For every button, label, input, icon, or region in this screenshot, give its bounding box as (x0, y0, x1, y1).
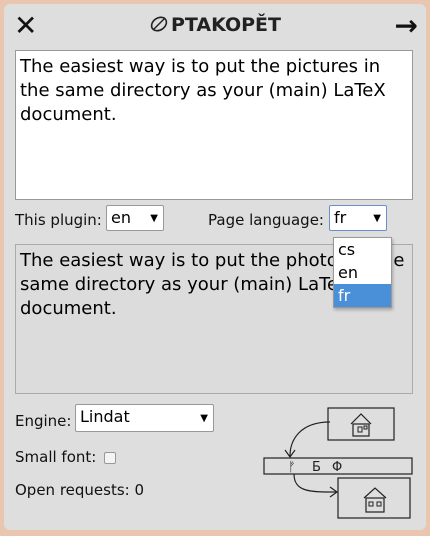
plugin-language-select[interactable]: en ▼ (106, 205, 164, 231)
plugin-language-value: en (111, 208, 131, 227)
open-requests-status: Open requests: 0 (15, 481, 145, 499)
chevron-down-icon: ▼ (373, 213, 381, 224)
small-font-checkbox[interactable] (104, 452, 116, 464)
engine-select[interactable]: Lindat ▼ (75, 404, 214, 432)
translation-diagram-illustration: ᚠ Б Φ (263, 407, 413, 519)
engine-label: Engine: (15, 412, 72, 430)
page-language-dropdown: cs en fr (333, 237, 392, 308)
leaf-logo-icon (150, 16, 168, 32)
page-language-option-fr[interactable]: fr (334, 284, 391, 307)
diagram-glyph-3: Φ (332, 460, 342, 475)
page-language-label: Page language: (208, 211, 324, 229)
page-language-value: fr (334, 208, 347, 227)
page-language-option-cs[interactable]: cs (334, 238, 391, 261)
chevron-down-icon: ▼ (150, 213, 158, 224)
title-bar: ✕ PTAKOPĚT → (4, 4, 426, 44)
page-language-select[interactable]: fr ▼ (329, 205, 387, 231)
engine-value: Lindat (80, 407, 130, 426)
page-language-option-en[interactable]: en (334, 261, 391, 284)
app-title: PTAKOPĚT (4, 13, 426, 37)
diagram-glyph-1: ᚠ (288, 460, 296, 475)
diagram-glyph-2: Б (312, 460, 321, 475)
next-arrow-button[interactable]: → (395, 12, 418, 40)
extension-panel: ✕ PTAKOPĚT → The easiest way is to put t… (4, 4, 426, 530)
source-text-input[interactable]: The easiest way is to put the pictures i… (15, 50, 413, 200)
chevron-down-icon: ▼ (200, 413, 208, 424)
plugin-language-label: This plugin: (15, 211, 102, 229)
small-font-label: Small font: (15, 448, 97, 466)
app-title-text: PTAKOPĚT (170, 14, 281, 36)
